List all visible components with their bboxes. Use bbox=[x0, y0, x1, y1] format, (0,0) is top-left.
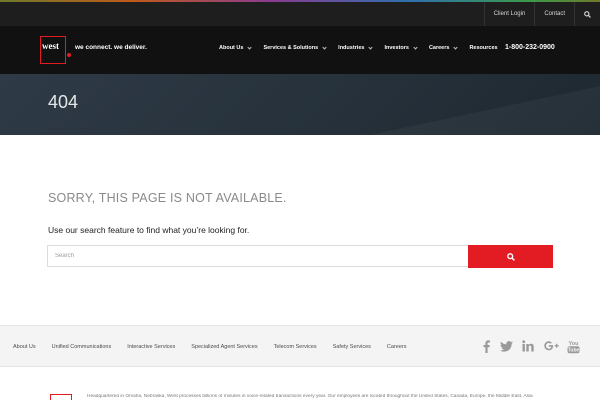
svg-text:You: You bbox=[568, 341, 578, 347]
utility-bar: Client Login Contact bbox=[0, 0, 600, 26]
nav-careers[interactable]: Careers bbox=[428, 44, 459, 51]
phone-number[interactable]: 1-800-232-0900 bbox=[505, 44, 555, 51]
chevron-down-icon bbox=[322, 44, 327, 50]
chevron-down-icon bbox=[413, 44, 418, 50]
registered-mark-icon bbox=[67, 53, 71, 57]
nav-label: About Us bbox=[219, 45, 244, 51]
hero-decoration bbox=[218, 74, 600, 135]
search-icon bbox=[506, 252, 515, 261]
utility-links: Client Login Contact bbox=[483, 2, 600, 26]
nav-label: Services & Solutions bbox=[263, 45, 319, 51]
contact-link[interactable]: Contact bbox=[534, 2, 574, 26]
footer-link-telecom-services[interactable]: Telecom Services bbox=[274, 344, 317, 350]
twitter-icon[interactable] bbox=[499, 339, 513, 353]
chevron-down-icon bbox=[247, 44, 253, 50]
linkedin-icon[interactable] bbox=[521, 339, 535, 353]
footer-bottom: Headquartered in Omaha, Nebraska, West p… bbox=[0, 367, 600, 400]
footer-link-safety-services[interactable]: Safety Services bbox=[333, 344, 371, 350]
error-message: Use our search feature to find what you’… bbox=[48, 225, 250, 235]
footer-link-unified-communications[interactable]: Unified Communications bbox=[52, 344, 112, 350]
footer-links: About Us Unified Communications Interact… bbox=[13, 344, 422, 350]
footer-link-about-us[interactable]: About Us bbox=[13, 344, 36, 350]
search-icon bbox=[584, 10, 591, 18]
nav-investors[interactable]: Investors bbox=[384, 44, 418, 51]
nav-label: Industries bbox=[338, 45, 365, 51]
main-header: west we connect. we deliver. About Us Se… bbox=[0, 26, 600, 74]
google-plus-icon[interactable] bbox=[543, 339, 559, 353]
chevron-down-icon bbox=[453, 44, 459, 50]
client-login-link[interactable]: Client Login bbox=[483, 2, 535, 26]
utility-search-button[interactable] bbox=[574, 2, 600, 26]
svg-text:Tube: Tube bbox=[567, 347, 579, 353]
nav-about-us[interactable]: About Us bbox=[219, 44, 253, 51]
facebook-icon[interactable] bbox=[481, 339, 491, 353]
search-button[interactable] bbox=[468, 245, 553, 268]
search-input[interactable] bbox=[47, 245, 469, 267]
nav-services-solutions[interactable]: Services & Solutions bbox=[263, 44, 327, 51]
footer-link-careers[interactable]: Careers bbox=[387, 344, 407, 350]
nav-resources[interactable]: Resources bbox=[469, 45, 497, 51]
youtube-icon[interactable]: You Tube bbox=[566, 338, 580, 354]
logo-text: west bbox=[42, 41, 59, 51]
page-hero: 404 bbox=[0, 74, 600, 135]
error-heading: SORRY, THIS PAGE IS NOT AVAILABLE. bbox=[48, 191, 287, 205]
nav-label: Resources bbox=[469, 45, 498, 51]
footer-logo bbox=[50, 394, 72, 400]
company-description: Headquartered in Omaha, Nebraska, West p… bbox=[87, 394, 533, 399]
chevron-down-icon bbox=[368, 44, 374, 50]
nav-label: Investors bbox=[384, 45, 409, 51]
primary-nav: About Us Services & Solutions Industries… bbox=[219, 44, 510, 51]
tagline: we connect. we deliver. bbox=[75, 44, 147, 51]
nav-industries[interactable]: Industries bbox=[338, 44, 374, 51]
footer-link-specialized-agent-services[interactable]: Specialized Agent Services bbox=[191, 344, 257, 350]
page-title: 404 bbox=[48, 92, 79, 112]
nav-label: Careers bbox=[428, 45, 450, 51]
footer-link-interactive-services[interactable]: Interactive Services bbox=[127, 344, 175, 350]
footer: About Us Unified Communications Interact… bbox=[0, 325, 600, 367]
